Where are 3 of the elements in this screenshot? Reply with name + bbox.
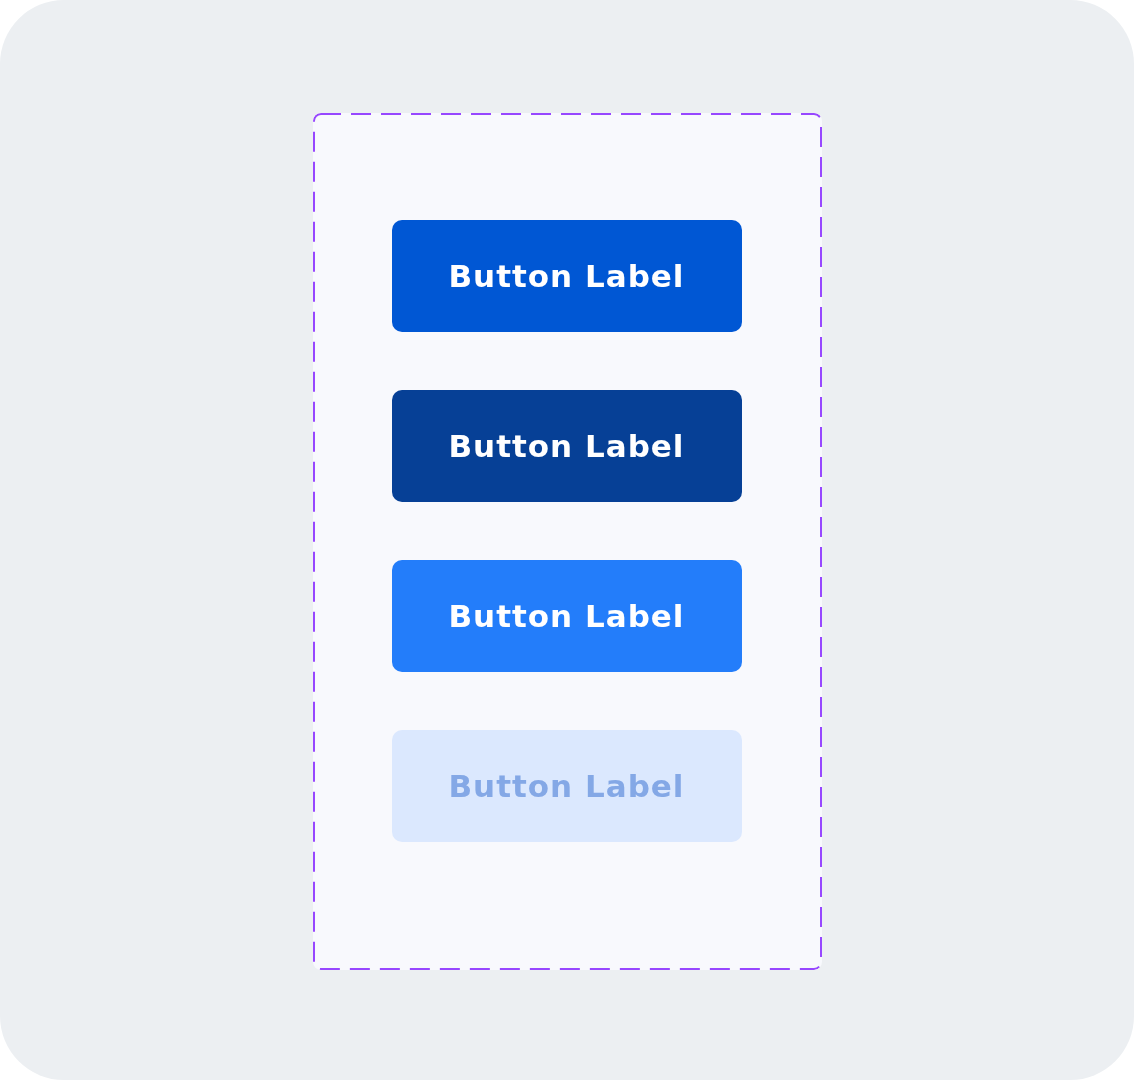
label-button[interactable]: Button Label	[391, 390, 742, 502]
label-button[interactable]: Button Label	[391, 560, 742, 672]
label-button[interactable]: Button Label	[391, 220, 742, 332]
